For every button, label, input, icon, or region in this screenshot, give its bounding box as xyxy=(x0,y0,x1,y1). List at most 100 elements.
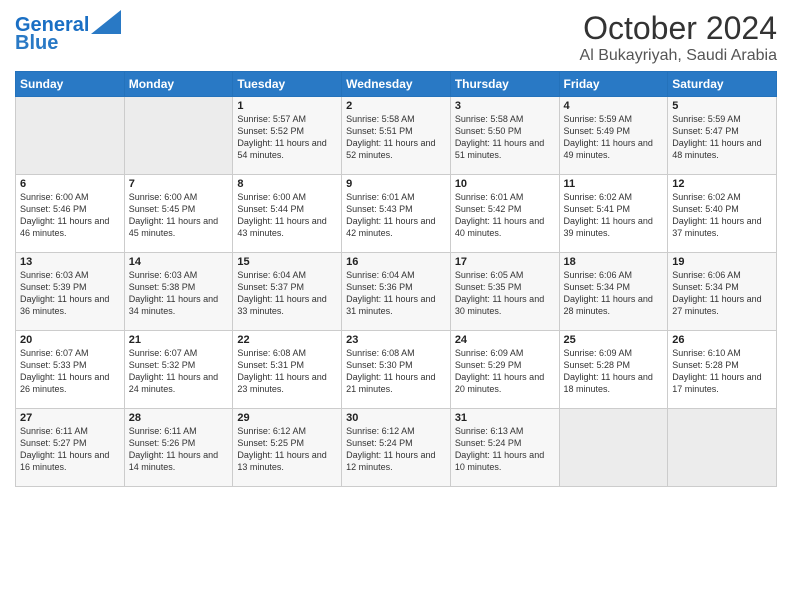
week-row-0: 1Sunrise: 5:57 AMSunset: 5:52 PMDaylight… xyxy=(16,97,777,175)
sunset-text: Sunset: 5:41 PM xyxy=(564,203,664,215)
sunset-text: Sunset: 5:42 PM xyxy=(455,203,555,215)
day-cell: 4Sunrise: 5:59 AMSunset: 5:49 PMDaylight… xyxy=(559,97,668,175)
calendar-table: Sunday Monday Tuesday Wednesday Thursday… xyxy=(15,71,777,487)
sunset-text: Sunset: 5:51 PM xyxy=(346,125,446,137)
day-cell: 15Sunrise: 6:04 AMSunset: 5:37 PMDayligh… xyxy=(233,253,342,331)
header-row: Sunday Monday Tuesday Wednesday Thursday… xyxy=(16,72,777,97)
day-number: 10 xyxy=(455,178,555,190)
cell-content: Sunrise: 5:59 AMSunset: 5:49 PMDaylight:… xyxy=(564,113,664,162)
day-cell: 30Sunrise: 6:12 AMSunset: 5:24 PMDayligh… xyxy=(342,409,451,487)
day-cell: 22Sunrise: 6:08 AMSunset: 5:31 PMDayligh… xyxy=(233,331,342,409)
daylight-text: Daylight: 11 hours and 42 minutes. xyxy=(346,215,446,239)
day-number: 6 xyxy=(20,178,120,190)
sunset-text: Sunset: 5:29 PM xyxy=(455,359,555,371)
cell-content: Sunrise: 6:05 AMSunset: 5:35 PMDaylight:… xyxy=(455,269,555,318)
day-cell: 5Sunrise: 5:59 AMSunset: 5:47 PMDaylight… xyxy=(668,97,777,175)
daylight-text: Daylight: 11 hours and 46 minutes. xyxy=(20,215,120,239)
day-number: 16 xyxy=(346,256,446,268)
th-tuesday: Tuesday xyxy=(233,72,342,97)
cell-content: Sunrise: 5:58 AMSunset: 5:50 PMDaylight:… xyxy=(455,113,555,162)
cell-content: Sunrise: 6:11 AMSunset: 5:26 PMDaylight:… xyxy=(129,425,229,474)
sunset-text: Sunset: 5:33 PM xyxy=(20,359,120,371)
day-cell: 14Sunrise: 6:03 AMSunset: 5:38 PMDayligh… xyxy=(124,253,233,331)
day-cell: 6Sunrise: 6:00 AMSunset: 5:46 PMDaylight… xyxy=(16,175,125,253)
day-number: 15 xyxy=(237,256,337,268)
sunrise-text: Sunrise: 6:06 AM xyxy=(564,269,664,281)
day-number: 13 xyxy=(20,256,120,268)
daylight-text: Daylight: 11 hours and 26 minutes. xyxy=(20,371,120,395)
day-number: 7 xyxy=(129,178,229,190)
daylight-text: Daylight: 11 hours and 49 minutes. xyxy=(564,137,664,161)
sunset-text: Sunset: 5:32 PM xyxy=(129,359,229,371)
daylight-text: Daylight: 11 hours and 10 minutes. xyxy=(455,449,555,473)
sunset-text: Sunset: 5:28 PM xyxy=(672,359,772,371)
day-number: 11 xyxy=(564,178,664,190)
sunset-text: Sunset: 5:40 PM xyxy=(672,203,772,215)
daylight-text: Daylight: 11 hours and 12 minutes. xyxy=(346,449,446,473)
day-number: 18 xyxy=(564,256,664,268)
cell-content: Sunrise: 6:06 AMSunset: 5:34 PMDaylight:… xyxy=(672,269,772,318)
sunset-text: Sunset: 5:36 PM xyxy=(346,281,446,293)
page: General Blue October 2024 Al Bukayriyah,… xyxy=(0,0,792,612)
day-number: 8 xyxy=(237,178,337,190)
day-number: 4 xyxy=(564,100,664,112)
cell-content: Sunrise: 6:11 AMSunset: 5:27 PMDaylight:… xyxy=(20,425,120,474)
day-number: 17 xyxy=(455,256,555,268)
daylight-text: Daylight: 11 hours and 54 minutes. xyxy=(237,137,337,161)
cell-content: Sunrise: 6:12 AMSunset: 5:25 PMDaylight:… xyxy=(237,425,337,474)
daylight-text: Daylight: 11 hours and 34 minutes. xyxy=(129,293,229,317)
sunrise-text: Sunrise: 6:03 AM xyxy=(129,269,229,281)
th-saturday: Saturday xyxy=(668,72,777,97)
day-cell: 13Sunrise: 6:03 AMSunset: 5:39 PMDayligh… xyxy=(16,253,125,331)
week-row-3: 20Sunrise: 6:07 AMSunset: 5:33 PMDayligh… xyxy=(16,331,777,409)
day-cell: 12Sunrise: 6:02 AMSunset: 5:40 PMDayligh… xyxy=(668,175,777,253)
day-cell: 1Sunrise: 5:57 AMSunset: 5:52 PMDaylight… xyxy=(233,97,342,175)
sunrise-text: Sunrise: 5:58 AM xyxy=(346,113,446,125)
sunrise-text: Sunrise: 6:00 AM xyxy=(20,191,120,203)
day-cell: 23Sunrise: 6:08 AMSunset: 5:30 PMDayligh… xyxy=(342,331,451,409)
sunrise-text: Sunrise: 6:12 AM xyxy=(346,425,446,437)
sunrise-text: Sunrise: 6:01 AM xyxy=(455,191,555,203)
cell-content: Sunrise: 6:02 AMSunset: 5:40 PMDaylight:… xyxy=(672,191,772,240)
day-cell xyxy=(668,409,777,487)
day-number: 29 xyxy=(237,412,337,424)
day-cell: 17Sunrise: 6:05 AMSunset: 5:35 PMDayligh… xyxy=(450,253,559,331)
sunset-text: Sunset: 5:30 PM xyxy=(346,359,446,371)
day-cell: 28Sunrise: 6:11 AMSunset: 5:26 PMDayligh… xyxy=(124,409,233,487)
sunrise-text: Sunrise: 6:08 AM xyxy=(346,347,446,359)
sunrise-text: Sunrise: 6:10 AM xyxy=(672,347,772,359)
day-cell xyxy=(559,409,668,487)
daylight-text: Daylight: 11 hours and 23 minutes. xyxy=(237,371,337,395)
daylight-text: Daylight: 11 hours and 51 minutes. xyxy=(455,137,555,161)
day-number: 24 xyxy=(455,334,555,346)
day-cell: 11Sunrise: 6:02 AMSunset: 5:41 PMDayligh… xyxy=(559,175,668,253)
week-row-2: 13Sunrise: 6:03 AMSunset: 5:39 PMDayligh… xyxy=(16,253,777,331)
week-row-1: 6Sunrise: 6:00 AMSunset: 5:46 PMDaylight… xyxy=(16,175,777,253)
header: General Blue October 2024 Al Bukayriyah,… xyxy=(15,10,777,65)
sunrise-text: Sunrise: 6:07 AM xyxy=(129,347,229,359)
sunrise-text: Sunrise: 6:01 AM xyxy=(346,191,446,203)
daylight-text: Daylight: 11 hours and 14 minutes. xyxy=(129,449,229,473)
cell-content: Sunrise: 6:13 AMSunset: 5:24 PMDaylight:… xyxy=(455,425,555,474)
daylight-text: Daylight: 11 hours and 30 minutes. xyxy=(455,293,555,317)
cell-content: Sunrise: 5:58 AMSunset: 5:51 PMDaylight:… xyxy=(346,113,446,162)
day-cell: 10Sunrise: 6:01 AMSunset: 5:42 PMDayligh… xyxy=(450,175,559,253)
day-number: 12 xyxy=(672,178,772,190)
day-cell: 29Sunrise: 6:12 AMSunset: 5:25 PMDayligh… xyxy=(233,409,342,487)
day-number: 27 xyxy=(20,412,120,424)
sunset-text: Sunset: 5:45 PM xyxy=(129,203,229,215)
day-number: 5 xyxy=(672,100,772,112)
sunrise-text: Sunrise: 6:08 AM xyxy=(237,347,337,359)
sunrise-text: Sunrise: 6:04 AM xyxy=(237,269,337,281)
sunrise-text: Sunrise: 6:02 AM xyxy=(564,191,664,203)
cell-content: Sunrise: 6:02 AMSunset: 5:41 PMDaylight:… xyxy=(564,191,664,240)
calendar-body: 1Sunrise: 5:57 AMSunset: 5:52 PMDaylight… xyxy=(16,97,777,487)
logo-icon xyxy=(91,10,121,34)
cell-content: Sunrise: 6:04 AMSunset: 5:37 PMDaylight:… xyxy=(237,269,337,318)
day-number: 22 xyxy=(237,334,337,346)
day-cell: 19Sunrise: 6:06 AMSunset: 5:34 PMDayligh… xyxy=(668,253,777,331)
sunset-text: Sunset: 5:37 PM xyxy=(237,281,337,293)
cell-content: Sunrise: 6:10 AMSunset: 5:28 PMDaylight:… xyxy=(672,347,772,396)
sunrise-text: Sunrise: 6:11 AM xyxy=(129,425,229,437)
sunset-text: Sunset: 5:43 PM xyxy=(346,203,446,215)
